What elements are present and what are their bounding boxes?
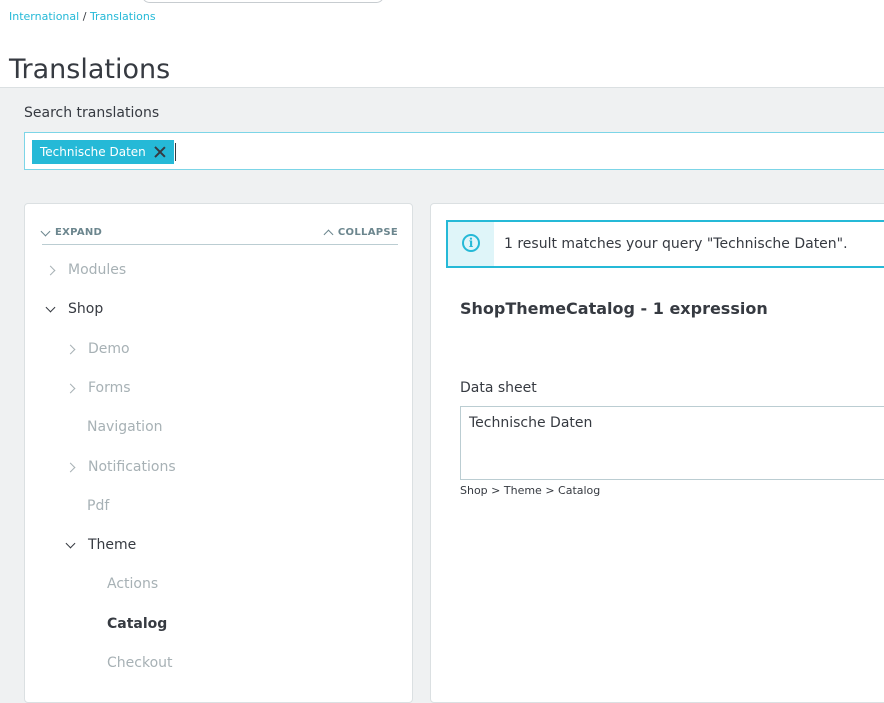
tree-item-label: Notifications — [88, 459, 176, 475]
page-title: Translations — [9, 54, 171, 86]
tree-item-label: Actions — [107, 576, 159, 592]
page-header: International / Translations Translation… — [0, 0, 884, 88]
tree-item-forms[interactable]: Forms — [65, 380, 131, 396]
tree-item-shop[interactable]: Shop — [45, 301, 104, 317]
tree-item-label: Pdf — [87, 498, 110, 514]
breadcrumb-link-translations[interactable]: Translations — [90, 10, 156, 23]
tree-item-demo[interactable]: Demo — [65, 341, 130, 357]
chevron-right-icon — [65, 383, 76, 393]
translation-path: Shop > Theme > Catalog — [460, 484, 601, 497]
tree-item-label: Modules — [68, 262, 127, 278]
search-label: Search translations — [24, 105, 160, 121]
alert-icon-box: i — [448, 222, 494, 266]
tree-item-catalog[interactable]: Catalog — [107, 616, 167, 632]
expand-all-button[interactable]: EXPAND — [40, 226, 103, 238]
tree-item-pdf[interactable]: Pdf — [87, 498, 109, 514]
chevron-down-icon — [40, 226, 51, 236]
alert-text: 1 result matches your query "Technische … — [504, 236, 848, 252]
breadcrumb-separator: / — [82, 10, 87, 23]
expand-label: EXPAND — [55, 227, 103, 238]
search-translations-input[interactable]: Technische Daten — [24, 132, 884, 170]
search-tag-label: Technische Daten — [40, 145, 146, 159]
tree-item-theme[interactable]: Theme — [65, 537, 137, 553]
tree-item-label: Navigation — [87, 419, 163, 435]
translation-tree-panel: EXPAND COLLAPSE Modules Shop Demo Forms Navi… — [24, 203, 413, 703]
tree-item-actions[interactable]: Actions — [107, 576, 158, 592]
tree-item-notifications[interactable]: Notifications — [65, 459, 176, 475]
tree-controls: EXPAND COLLAPSE — [40, 224, 398, 245]
results-panel: i 1 result matches your query "Technisch… — [430, 203, 884, 703]
translation-textarea[interactable]: Technische Daten — [460, 406, 884, 480]
chevron-up-icon — [323, 229, 334, 239]
info-alert: i 1 result matches your query "Technisch… — [446, 220, 884, 268]
text-cursor — [175, 143, 176, 161]
chevron-right-icon — [45, 265, 56, 275]
translation-field-label: Data sheet — [460, 380, 537, 396]
header-search-input[interactable] — [142, 0, 384, 3]
chevron-right-icon — [65, 462, 76, 472]
info-icon: i — [462, 234, 480, 252]
tree-item-checkout[interactable]: Checkout — [107, 655, 173, 671]
breadcrumb: International / Translations — [9, 10, 156, 23]
chevron-right-icon — [65, 344, 76, 354]
tree-item-label: Catalog — [107, 616, 168, 632]
tree-item-label: Checkout — [107, 655, 173, 671]
breadcrumb-link-international[interactable]: International — [9, 10, 79, 23]
collapse-all-button[interactable]: COLLAPSE — [323, 227, 398, 239]
domain-title: ShopThemeCatalog - 1 expression — [460, 299, 768, 318]
tree-item-modules[interactable]: Modules — [45, 262, 127, 278]
tree-item-navigation[interactable]: Navigation — [87, 419, 163, 435]
chevron-down-icon — [65, 538, 76, 548]
chevron-down-icon — [45, 302, 56, 312]
tree-item-label: Theme — [88, 537, 137, 553]
close-icon[interactable] — [154, 146, 166, 158]
search-tag: Technische Daten — [32, 140, 174, 164]
tree-item-label: Forms — [88, 380, 131, 396]
collapse-label: COLLAPSE — [337, 227, 398, 238]
tree-item-label: Shop — [68, 301, 104, 317]
tree-item-label: Demo — [88, 341, 130, 357]
